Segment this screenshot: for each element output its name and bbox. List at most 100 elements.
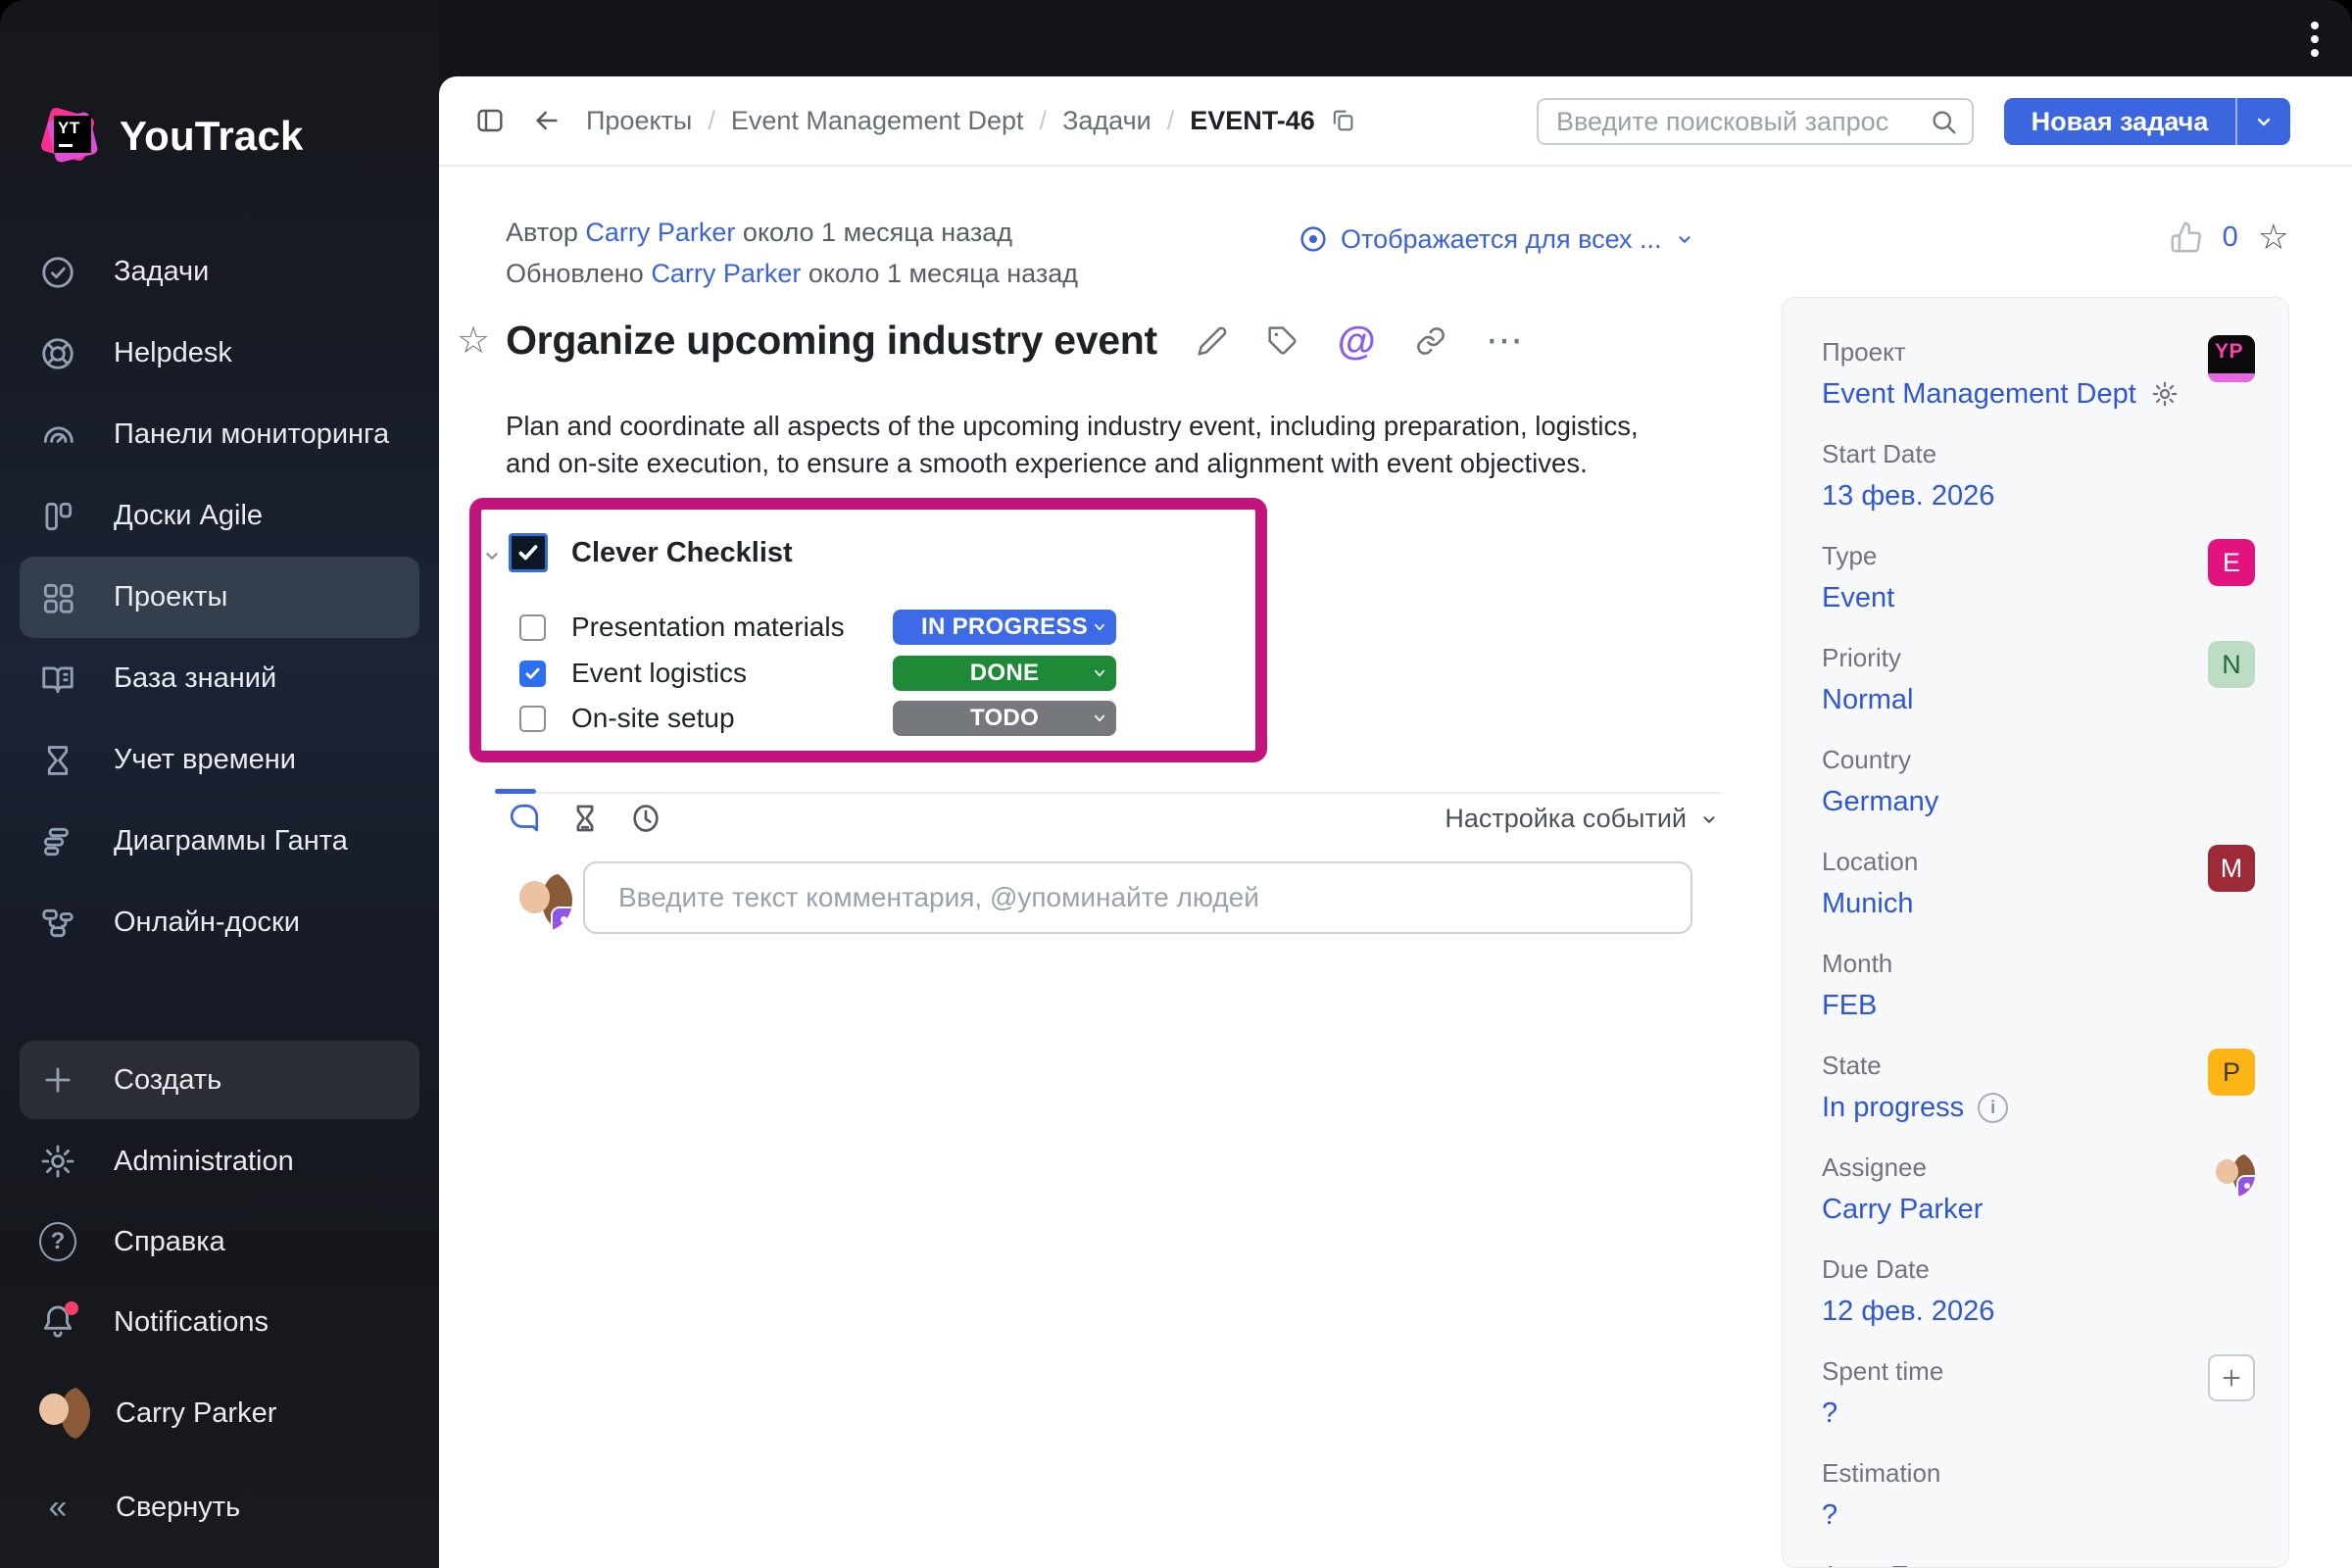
checkbox-unchecked[interactable]	[519, 705, 546, 732]
checkbox-unchecked[interactable]	[519, 613, 546, 641]
checklist-heading: Clever Checklist	[571, 536, 793, 568]
pencil-icon[interactable]	[1197, 325, 1228, 357]
priority-badge: N	[2208, 641, 2255, 688]
copy-icon[interactable]	[1329, 107, 1356, 134]
sidebar-create-button[interactable]: Создать	[20, 1041, 419, 1119]
sidebar-menu: Задачи Helpdesk Панели мониторинга Доски…	[0, 231, 439, 963]
field-value-link[interactable]: 13 фев. 2026	[1822, 476, 1994, 515]
event-settings-dropdown[interactable]: Настройка событий	[1445, 804, 1720, 834]
sidebar-item-agile-boards[interactable]: Доски Agile	[0, 475, 439, 557]
gantt-bars-icon	[43, 827, 69, 856]
back-arrow-icon[interactable]	[531, 105, 563, 136]
new-task-dropdown-button[interactable]	[2235, 98, 2290, 145]
sidebar-item-label: Проекты	[114, 581, 228, 612]
project-avatar[interactable]: YP	[2208, 335, 2255, 382]
field-value-link[interactable]: FEB	[1822, 986, 1877, 1025]
checklist-item: On-site setup TODO	[519, 700, 1116, 737]
notification-dot	[65, 1301, 78, 1315]
checklist-heading-checkbox[interactable]	[509, 533, 548, 572]
link-icon[interactable]	[1415, 325, 1446, 357]
tag-icon[interactable]	[1267, 325, 1298, 357]
add-spent-time-button[interactable]	[2208, 1354, 2255, 1401]
field-label: Month	[1822, 949, 1893, 978]
sidebar-item-tasks[interactable]: Задачи	[0, 231, 439, 313]
field-value-link[interactable]: 12 фев. 2026	[1822, 1292, 1994, 1331]
field-value-link[interactable]: In progress i	[1822, 1088, 2009, 1127]
sidebar-item-online-boards[interactable]: Онлайн-доски	[0, 882, 439, 963]
assignee-avatar	[2208, 1151, 2255, 1198]
field-location: Location Munich M	[1822, 845, 2255, 923]
field-value-link[interactable]: Germany	[1822, 782, 1938, 821]
tabs-divider	[495, 792, 1720, 794]
field-value-link[interactable]: Carry Parker	[1822, 1190, 1983, 1229]
field-value-link[interactable]: ?	[1822, 1495, 1838, 1535]
ai-spiral-icon[interactable]: @	[1338, 321, 1376, 361]
app-window: YT YouTrack Задачи Helpdesk Панели монит…	[0, 0, 2352, 1568]
search-placeholder: Введите поисковый запрос	[1556, 106, 1889, 136]
issue-title-row: ☆ Organize upcoming industry event @ ⋯	[457, 318, 1525, 364]
sidebar-item-time-tracking[interactable]: Учет времени	[0, 719, 439, 801]
thumbs-up-icon[interactable]	[2170, 220, 2203, 254]
comment-input[interactable]: Введите текст комментария, @упоминайте л…	[583, 861, 1692, 934]
field-value-link[interactable]: Event Management Dept	[1822, 374, 2180, 414]
chevron-down-icon	[1095, 714, 1104, 722]
sidebar-item-helpdesk[interactable]: Helpdesk	[0, 313, 439, 394]
gear-icon[interactable]	[2150, 379, 2180, 409]
sidebar-item-help[interactable]: ? Справка	[0, 1201, 439, 1282]
issue-meta: Автор Carry Parker около 1 месяца назад …	[506, 212, 1078, 294]
kebab-menu-icon[interactable]	[2311, 22, 2319, 57]
checklist-item-label: Event logistics	[571, 658, 747, 688]
field-value-link[interactable]: Normal	[1822, 680, 1913, 719]
sidebar-item-knowledge-base[interactable]: База знаний	[0, 638, 439, 719]
field-asset-type: Asset Type	[1822, 1558, 2255, 1567]
title-actions: @ ⋯	[1197, 321, 1525, 361]
panel-toggle-icon[interactable]	[474, 105, 506, 136]
sidebar-item-projects[interactable]: Проекты	[20, 557, 419, 638]
collapse-chevron-icon[interactable]	[481, 545, 503, 566]
type-badge: E	[2208, 539, 2255, 586]
sidebar-item-label: Задачи	[114, 256, 210, 287]
checkbox-checked[interactable]	[519, 660, 546, 687]
breadcrumb-project-name[interactable]: Event Management Dept	[731, 106, 1024, 136]
checklist-item-label: Presentation materials	[571, 612, 845, 642]
visibility-control[interactable]: Отображается для всех ...	[1298, 223, 1695, 255]
new-task-button[interactable]: Новая задача	[2004, 98, 2235, 145]
annotation-highlight: Clever Checklist Presentation materials …	[469, 498, 1267, 762]
status-pill-todo[interactable]: TODO	[893, 701, 1116, 736]
updater-link[interactable]: Carry Parker	[651, 259, 801, 288]
field-month: Month FEB	[1822, 947, 2255, 1025]
likes-count: 0	[2222, 220, 2238, 253]
field-label: Due Date	[1822, 1254, 1930, 1284]
field-value-link[interactable]: ?	[1822, 1394, 1838, 1433]
collapse-chevrons-icon: «	[48, 1488, 68, 1526]
breadcrumb-tasks[interactable]: Задачи	[1062, 106, 1152, 136]
sidebar-item-collapse[interactable]: « Свернуть	[0, 1466, 439, 1548]
star-icon[interactable]: ☆	[2258, 220, 2289, 255]
field-value-link[interactable]: Event	[1822, 578, 1894, 617]
status-pill-in-progress[interactable]: IN PROGRESS	[893, 610, 1116, 645]
youtrack-logo[interactable]: YT YouTrack	[39, 106, 304, 165]
sidebar-item-profile[interactable]: Carry Parker	[0, 1372, 439, 1454]
event-settings-label: Настройка событий	[1445, 804, 1687, 833]
sidebar-item-administration[interactable]: Administration	[0, 1121, 439, 1201]
search-input[interactable]: Введите поисковый запрос	[1537, 98, 1974, 145]
field-value-link[interactable]: Munich	[1822, 884, 1914, 923]
sidebar-item-dashboards[interactable]: Панели мониторинга	[0, 394, 439, 475]
sidebar-item-gantt-charts[interactable]: Диаграммы Ганта	[0, 801, 439, 882]
info-icon[interactable]: i	[1978, 1092, 2009, 1123]
favorite-star-icon[interactable]: ☆	[457, 321, 490, 361]
field-label: Проект	[1822, 337, 1906, 367]
tab-comments[interactable]	[508, 802, 541, 835]
chevron-down-icon	[1703, 815, 1715, 823]
lifebuoy-icon	[42, 337, 74, 369]
tab-time-tracking[interactable]	[568, 802, 602, 835]
tab-history[interactable]	[629, 802, 662, 835]
sidebar-item-notifications[interactable]: Notifications	[0, 1282, 439, 1362]
chevron-down-icon	[1095, 669, 1104, 677]
author-link[interactable]: Carry Parker	[585, 218, 735, 247]
agile-board-icon	[45, 502, 73, 530]
more-actions-icon[interactable]: ⋯	[1486, 322, 1525, 360]
breadcrumb-projects[interactable]: Проекты	[586, 106, 692, 136]
sidebar-item-label: Carry Parker	[116, 1396, 277, 1429]
status-pill-done[interactable]: DONE	[893, 656, 1116, 691]
